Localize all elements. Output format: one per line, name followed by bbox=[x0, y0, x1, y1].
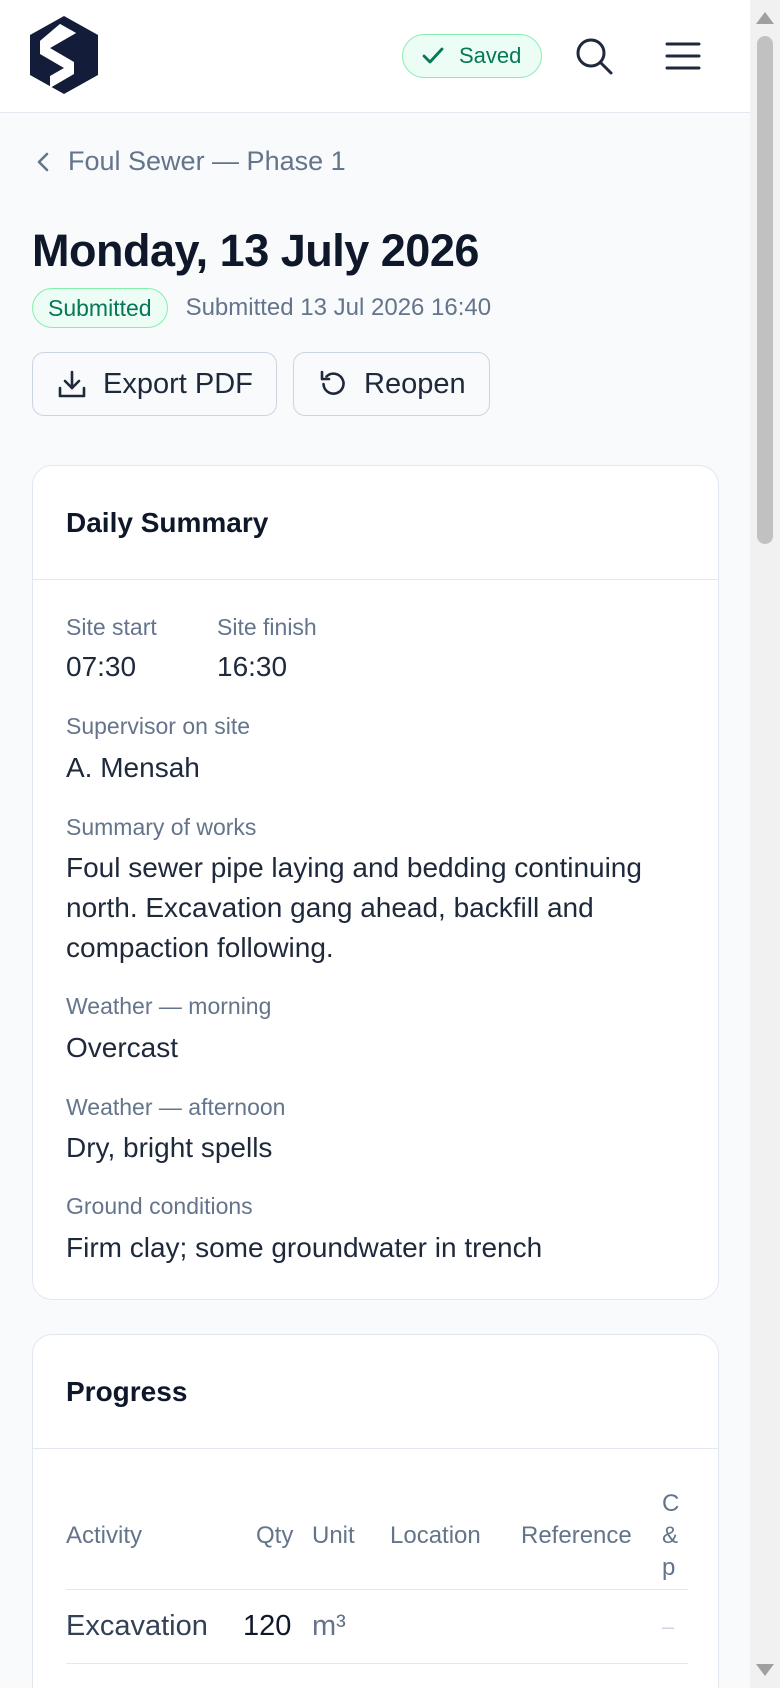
menu-icon[interactable] bbox=[663, 36, 703, 76]
column-header-clipped-line-1: C bbox=[662, 1490, 680, 1517]
saved-status-badge: Saved bbox=[402, 34, 542, 78]
reopen-button[interactable]: Reopen bbox=[293, 352, 490, 416]
status-row: Submitted Submitted 13 Jul 2026 16:40 bbox=[32, 288, 491, 328]
site-start-value: 07:30 bbox=[66, 651, 137, 682]
cell-empty-dash: – bbox=[662, 1614, 675, 1639]
submitted-timestamp: Submitted 13 Jul 2026 16:40 bbox=[185, 294, 492, 321]
scroll-up-arrow-icon[interactable] bbox=[756, 12, 774, 24]
status-badge: Submitted bbox=[32, 288, 168, 328]
reopen-label: Reopen bbox=[364, 367, 466, 400]
breadcrumb[interactable]: Foul Sewer — Phase 1 bbox=[36, 146, 346, 177]
download-icon bbox=[58, 370, 86, 398]
scroll-down-arrow-icon[interactable] bbox=[756, 1664, 774, 1676]
column-header-qty[interactable]: Qty bbox=[256, 1522, 293, 1550]
ground-conditions-value: Firm clay; some groundwater in trench bbox=[66, 1232, 543, 1263]
summary-of-works-line-1: Foul sewer pipe laying and bedding conti… bbox=[66, 852, 642, 883]
supervisor-label: Supervisor on site bbox=[66, 713, 251, 739]
summary-of-works-label: Summary of works bbox=[66, 814, 257, 840]
table-row[interactable]: Excavation 120 m³ – bbox=[66, 1590, 688, 1664]
site-start-label: Site start bbox=[66, 614, 157, 640]
weather-morning-label: Weather — morning bbox=[66, 993, 272, 1019]
column-header-reference[interactable]: Reference bbox=[521, 1522, 632, 1550]
rotate-ccw-icon bbox=[320, 370, 345, 395]
column-header-unit[interactable]: Unit bbox=[312, 1522, 355, 1550]
breadcrumb-label[interactable]: Foul Sewer — Phase 1 bbox=[68, 146, 346, 177]
cell-activity: Excavation bbox=[66, 1610, 208, 1642]
company-logo[interactable] bbox=[30, 16, 98, 94]
site-finish-label: Site finish bbox=[217, 614, 317, 640]
chevron-left-icon bbox=[37, 152, 49, 171]
progress-card: Progress Activity Qty Unit Location Refe… bbox=[32, 1334, 719, 1688]
supervisor-value: A. Mensah bbox=[66, 752, 200, 783]
page-title: Monday, 13 July 2026 bbox=[32, 225, 479, 276]
site-finish-value: 16:30 bbox=[217, 651, 288, 682]
cell-qty: 120 bbox=[243, 1610, 292, 1642]
weather-afternoon-value: Dry, bright spells bbox=[66, 1132, 273, 1163]
weather-morning-value: Overcast bbox=[66, 1032, 179, 1063]
cell-unit: m³ bbox=[312, 1610, 346, 1642]
progress-title: Progress bbox=[33, 1335, 718, 1449]
column-header-location[interactable]: Location bbox=[390, 1522, 481, 1550]
column-header-clipped-line-2: & bbox=[662, 1522, 679, 1549]
scrollbar[interactable] bbox=[750, 0, 780, 1688]
summary-of-works-line-2: north. Excavation gang ahead, backfill a… bbox=[66, 892, 594, 923]
column-header-activity[interactable]: Activity bbox=[66, 1522, 142, 1550]
app-header: Saved bbox=[0, 0, 750, 113]
summary-of-works-line-3: compaction following. bbox=[66, 932, 334, 963]
progress-table-header: Activity Qty Unit Location Reference C &… bbox=[66, 1480, 688, 1590]
check-icon bbox=[422, 47, 444, 64]
daily-summary-card: Daily Summary Site start 07:30 Site fini… bbox=[32, 465, 719, 1300]
column-header-clipped-line-3: p bbox=[662, 1554, 676, 1581]
weather-afternoon-label: Weather — afternoon bbox=[66, 1094, 286, 1120]
ground-conditions-label: Ground conditions bbox=[66, 1193, 253, 1219]
scroll-thumb[interactable] bbox=[757, 36, 773, 544]
saved-label: Saved bbox=[459, 43, 522, 68]
search-icon[interactable] bbox=[574, 36, 614, 76]
export-pdf-button[interactable]: Export PDF bbox=[32, 352, 277, 416]
daily-summary-title: Daily Summary bbox=[33, 466, 718, 580]
export-pdf-label: Export PDF bbox=[103, 367, 253, 400]
